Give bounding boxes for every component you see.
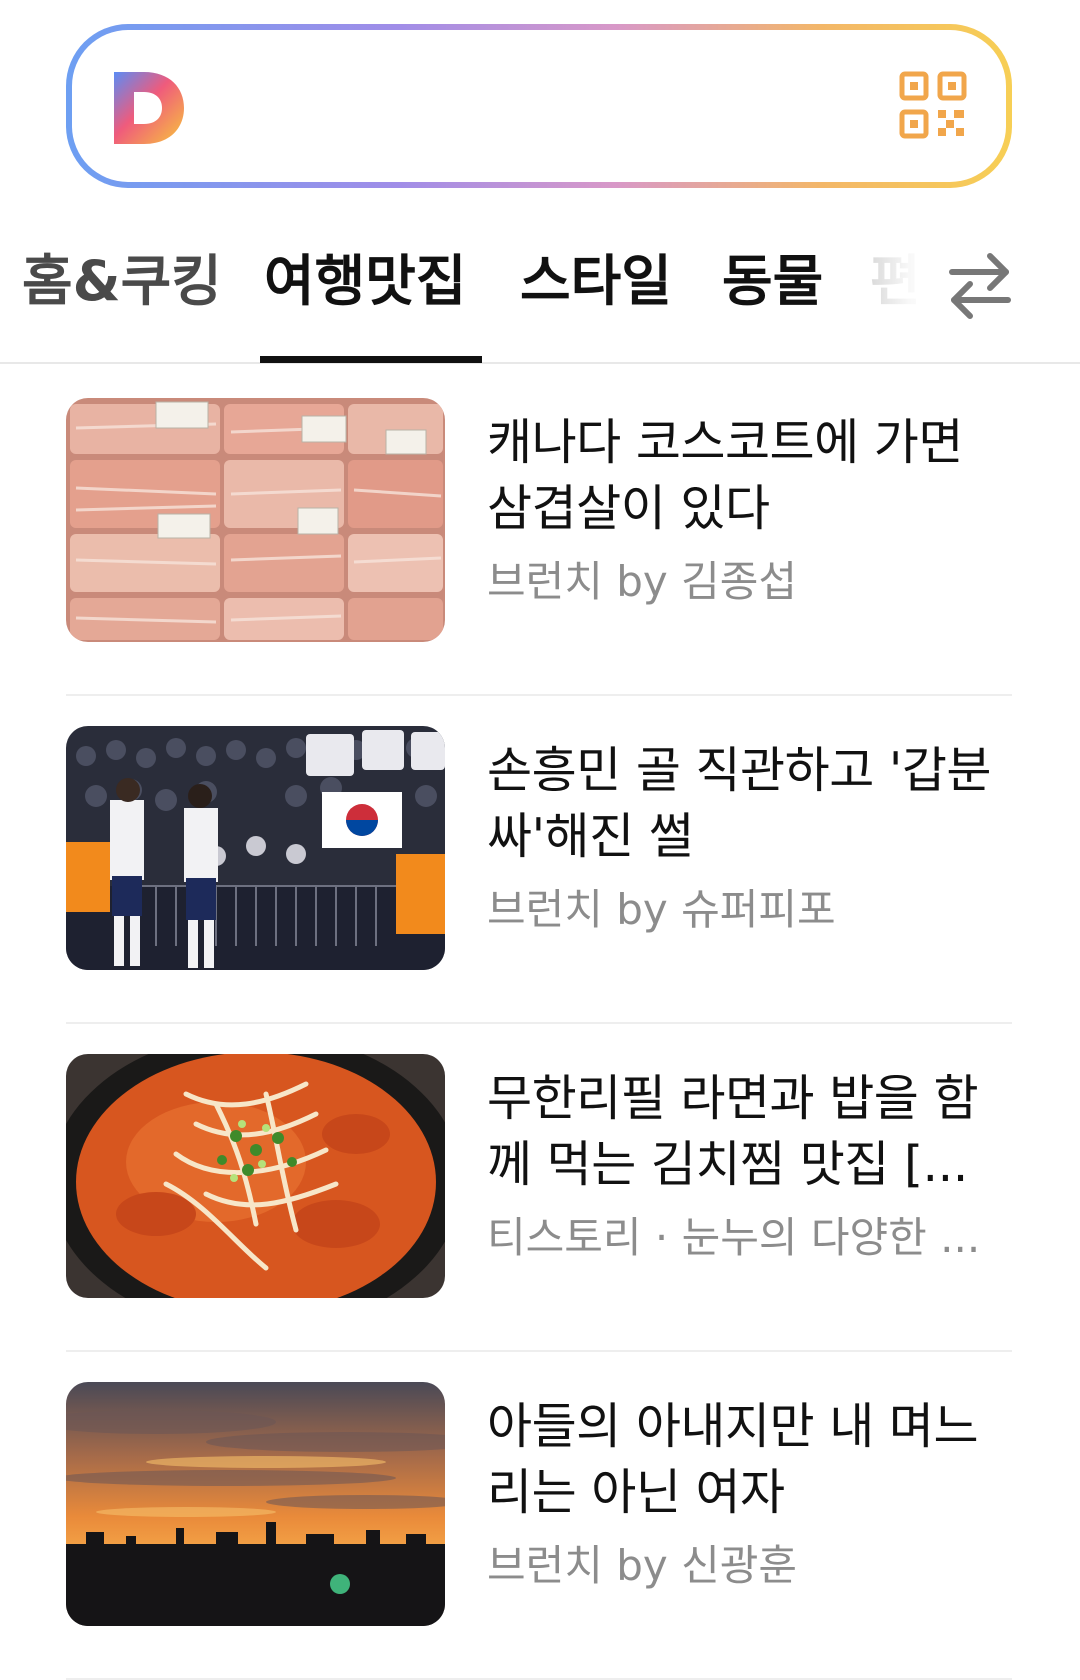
search-input[interactable] — [72, 30, 1006, 182]
pork-belly-packages-photo[interactable] — [66, 398, 445, 642]
qr-code-icon[interactable] — [898, 70, 968, 140]
tab-home-cooking[interactable]: 홈&쿠킹 — [22, 246, 222, 316]
football-stadium-photo[interactable] — [66, 726, 445, 970]
search-bar[interactable] — [66, 24, 1012, 188]
article-title[interactable]: 무한리필 라면과 밥을 함께 먹는 김치찜 맛집 [... — [487, 1066, 1017, 1198]
article-source: 브런치 by 김종섭 — [487, 557, 798, 606]
list-item[interactable]: 아들의 아내지만 내 며느리는 아닌 여자 브런치 by 신광훈 — [0, 1352, 1080, 1680]
tab-animals[interactable]: 동물 — [722, 246, 823, 316]
article-source: 티스토리 · 눈누의 다양한 ... — [487, 1213, 981, 1262]
selected-tab-indicator — [260, 356, 482, 363]
category-tabs: 홈&쿠킹 여행맛집 스타일 동물 편 — [0, 230, 1080, 364]
swap-arrows-icon[interactable] — [944, 244, 1016, 324]
daum-d-logo-icon[interactable] — [108, 68, 188, 148]
article-source: 브런치 by 슈퍼피포 — [487, 885, 836, 934]
list-item[interactable]: 무한리필 라면과 밥을 함께 먹는 김치찜 맛집 [... 티스토리 · 눈누의… — [0, 1024, 1080, 1352]
article-title[interactable]: 손흥민 골 직관하고 '갑분싸'해진 썰 — [487, 738, 1017, 870]
tab-style[interactable]: 스타일 — [520, 246, 672, 316]
article-title[interactable]: 아들의 아내지만 내 며느리는 아닌 여자 — [487, 1394, 1017, 1526]
article-feed: 캐나다 코스코트에 가면 삼겹살이 있다 브런치 by 김종섭 손흥민 골 직관… — [0, 368, 1080, 1680]
article-title[interactable]: 캐나다 코스코트에 가면 삼겹살이 있다 — [487, 410, 1017, 542]
list-item[interactable]: 손흥민 골 직관하고 '갑분싸'해진 썰 브런치 by 슈퍼피포 — [0, 696, 1080, 1024]
sunset-skyline-photo[interactable] — [66, 1382, 445, 1626]
tab-travel-food[interactable]: 여행맛집 — [264, 246, 466, 316]
article-source: 브런치 by 신광훈 — [487, 1541, 798, 1590]
list-item[interactable]: 캐나다 코스코트에 가면 삼겹살이 있다 브런치 by 김종섭 — [0, 368, 1080, 696]
kimchi-stew-photo[interactable] — [66, 1054, 445, 1298]
